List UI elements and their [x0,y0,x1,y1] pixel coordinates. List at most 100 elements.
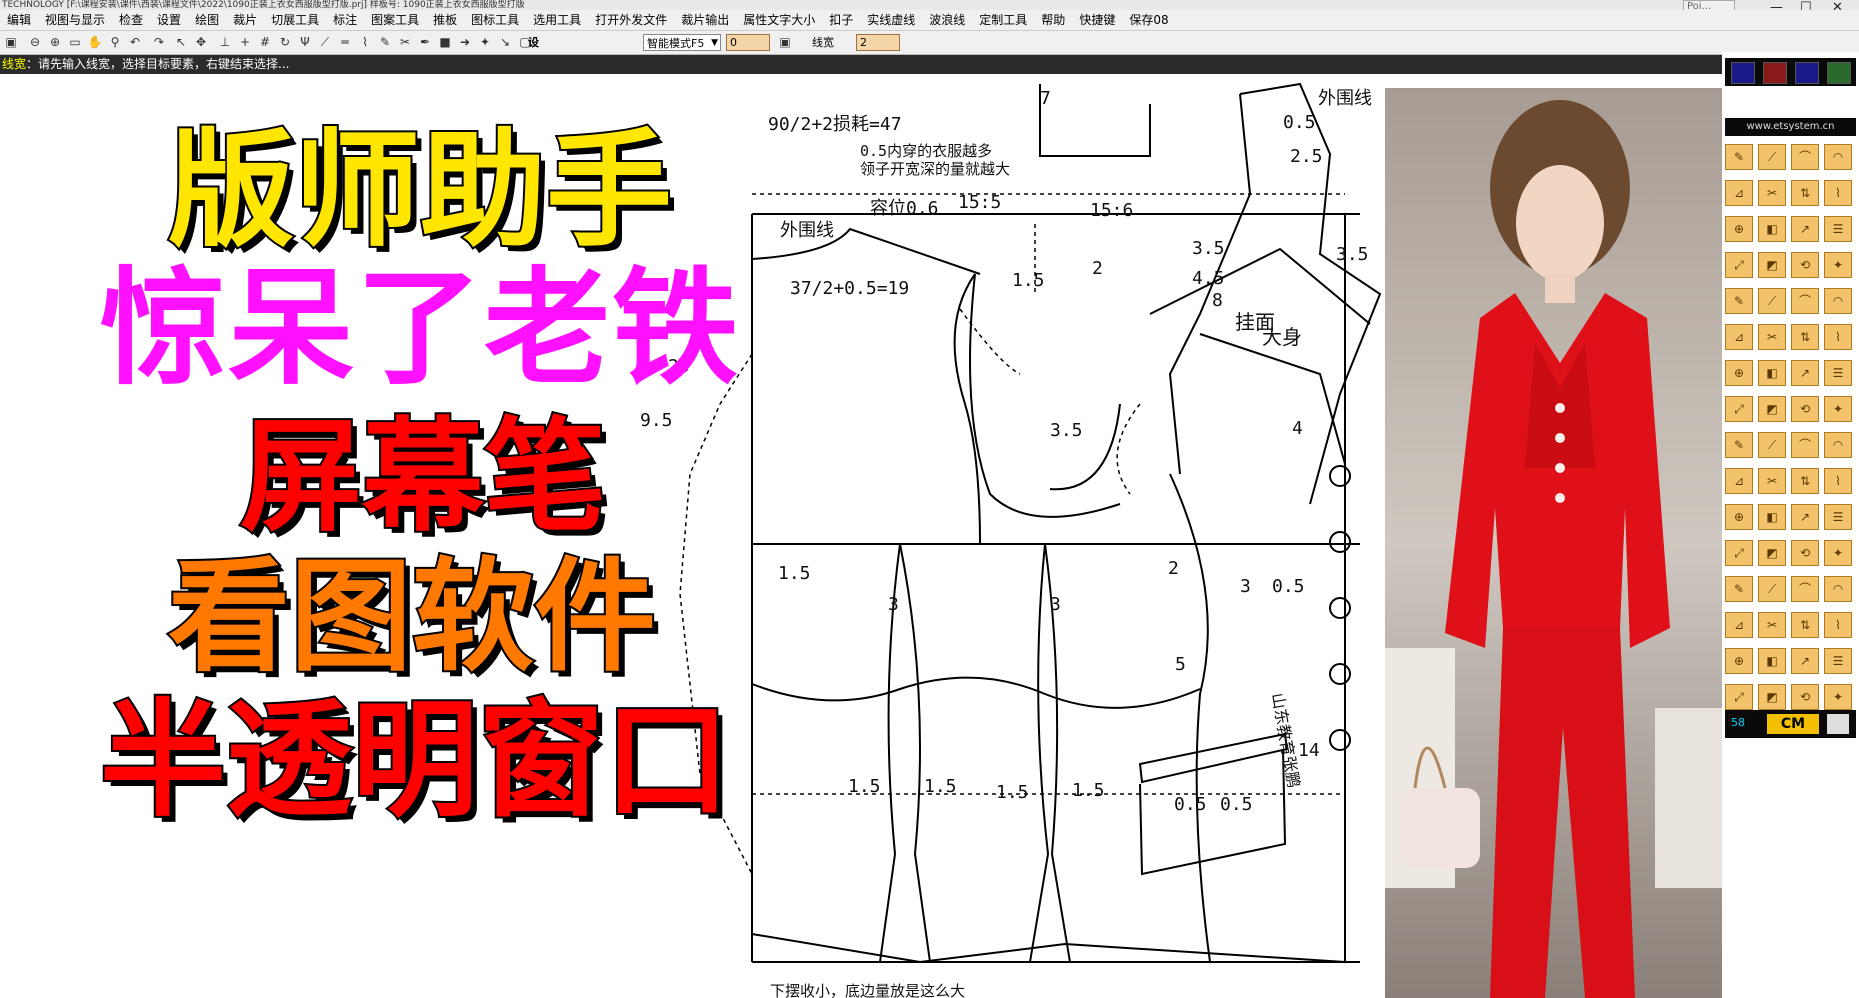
rotate-icon[interactable]: ↻ [276,34,294,51]
line-width-input[interactable]: 2 [856,34,900,51]
pattern-tool-icon[interactable]: ⇅ [1791,468,1819,494]
unit-button[interactable]: CM [1767,714,1819,734]
pattern-tool-icon[interactable]: ◠ [1824,576,1852,602]
value-input[interactable]: 0 [726,34,770,51]
color-icon[interactable]: ■ [436,34,454,51]
pattern-tool-icon[interactable]: ◧ [1758,648,1786,674]
pattern-tool-icon[interactable]: ↗ [1791,648,1819,674]
pattern-tool-icon[interactable]: ⟋ [1758,576,1786,602]
pattern-tool-icon[interactable]: ◧ [1758,504,1786,530]
pattern-tool-icon[interactable]: ✂ [1758,468,1786,494]
pattern-tool-icon[interactable]: ✦ [1824,252,1852,278]
pattern-tool-icon[interactable]: ✂ [1758,612,1786,638]
pattern-tool-icon[interactable]: ✎ [1725,288,1753,314]
pattern-tool-icon[interactable]: ☰ [1824,216,1852,242]
pattern-tool-icon[interactable]: ⊿ [1725,324,1753,350]
pattern-tool-icon[interactable]: ◠ [1824,288,1852,314]
pattern-tool-icon[interactable]: ⟲ [1791,252,1819,278]
pattern-tool-icon[interactable]: ◧ [1758,360,1786,386]
undo-icon[interactable]: ↶ [126,34,144,51]
pattern-tool-icon[interactable]: ⇅ [1791,180,1819,206]
pattern-tool-icon[interactable]: ⟲ [1791,396,1819,422]
pattern-tool-icon[interactable]: ⌒ [1791,576,1819,602]
pattern-tool-icon[interactable]: ⇅ [1791,612,1819,638]
redo-icon[interactable]: ↷ [150,34,168,51]
pattern-tool-icon[interactable]: ⤢ [1725,684,1753,710]
menu-item[interactable]: 绘图 [188,10,226,30]
pattern-tool-icon[interactable]: ⊕ [1725,360,1753,386]
pattern-tool-icon[interactable]: ⌒ [1791,288,1819,314]
pattern-tool-icon[interactable]: ✦ [1824,396,1852,422]
pattern-tool-icon[interactable]: ◩ [1758,684,1786,710]
menu-item[interactable]: 扣子 [822,10,860,30]
pattern-tool-icon[interactable]: ↗ [1791,216,1819,242]
symmetry-icon[interactable]: Ψ [296,34,314,51]
line-icon[interactable]: ⟋ [316,34,334,51]
pen-icon[interactable]: ✒ [416,34,434,51]
point-icon[interactable]: ✦ [476,34,494,51]
pattern-tool-icon[interactable]: ✎ [1725,576,1753,602]
menu-item[interactable]: 图案工具 [364,10,426,30]
menu-item[interactable]: 实线虚线 [860,10,922,30]
pattern-tool-icon[interactable]: ◠ [1824,432,1852,458]
settings-label[interactable]: 设 [528,34,539,51]
pattern-tool-icon[interactable]: ⌇ [1824,324,1852,350]
pattern-tool-icon[interactable]: ◩ [1758,396,1786,422]
pattern-tool-icon[interactable]: ✦ [1824,684,1852,710]
pattern-tool-icon[interactable]: ⇅ [1791,324,1819,350]
pattern-tool-icon[interactable]: ⊕ [1725,504,1753,530]
pattern-tool-icon[interactable]: ◠ [1824,144,1852,170]
save-icon[interactable]: ▣ [2,34,20,51]
menu-item[interactable]: 保存08 [1122,10,1175,30]
scissors-icon[interactable]: ✂ [396,34,414,51]
zoom-out-icon[interactable]: ⊖ [26,34,44,51]
menu-item[interactable]: 图标工具 [464,10,526,30]
zoom-in-icon[interactable]: ⊕ [46,34,64,51]
pattern-tool-icon[interactable]: ☰ [1824,648,1852,674]
menu-item[interactable]: 帮助 [1034,10,1072,30]
pattern-tool-icon[interactable]: ✎ [1725,144,1753,170]
pattern-tool-icon[interactable]: ↗ [1791,360,1819,386]
pattern-tool-icon[interactable]: ◩ [1758,540,1786,566]
menu-item[interactable]: 选用工具 [526,10,588,30]
menu-item[interactable]: 属性文字大小 [736,10,822,30]
menu-item[interactable]: 编辑 [0,10,38,30]
menu-item[interactable]: 设置 [150,10,188,30]
arrow-right-icon[interactable]: ➜ [456,34,474,51]
menu-item[interactable]: 视图与显示 [38,10,112,30]
pattern-tool-icon[interactable]: ✎ [1725,432,1753,458]
pattern-tool-icon[interactable]: ⤢ [1725,540,1753,566]
pattern-tool-icon[interactable]: ⊕ [1725,648,1753,674]
select-icon[interactable]: ↖ [172,34,190,51]
tool-icon-4[interactable] [1827,62,1851,84]
pattern-tool-icon[interactable]: ✂ [1758,180,1786,206]
pattern-tool-icon[interactable]: ↗ [1791,504,1819,530]
pattern-tool-icon[interactable]: ⊕ [1725,216,1753,242]
mode-select[interactable]: 智能模式F5 ▼ [643,34,721,51]
tool-icon-2[interactable] [1763,62,1787,84]
pattern-tool-icon[interactable]: ⌇ [1824,612,1852,638]
pattern-tool-icon[interactable]: ⤢ [1725,396,1753,422]
pencil-icon[interactable]: ✎ [376,34,394,51]
grid-icon[interactable]: # [256,34,274,51]
zoom-window-icon[interactable]: ⚲ [106,34,124,51]
menu-item[interactable]: 波浪线 [922,10,972,30]
menu-item[interactable]: 切展工具 [264,10,326,30]
menu-item[interactable]: 定制工具 [972,10,1034,30]
pattern-tool-icon[interactable]: ⊿ [1725,612,1753,638]
pattern-tool-icon[interactable]: ⟋ [1758,432,1786,458]
pattern-tool-icon[interactable]: ✂ [1758,324,1786,350]
menu-item[interactable]: 裁片 [226,10,264,30]
pattern-tool-icon[interactable]: ◧ [1758,216,1786,242]
move-icon[interactable]: ✥ [192,34,210,51]
pattern-tool-icon[interactable]: ⌒ [1791,144,1819,170]
pattern-tool-icon[interactable]: ⌇ [1824,180,1852,206]
pattern-tool-icon[interactable]: ✦ [1824,540,1852,566]
curve-icon[interactable]: ⌇ [356,34,374,51]
pattern-tool-icon[interactable]: ⟲ [1791,540,1819,566]
pattern-tool-icon[interactable]: ⌇ [1824,468,1852,494]
pattern-tool-icon[interactable]: ⌒ [1791,432,1819,458]
pattern-tool-icon[interactable]: ☰ [1824,360,1852,386]
menu-item[interactable]: 快捷键 [1072,10,1122,30]
measure-icon[interactable]: ⊥ [216,34,234,51]
